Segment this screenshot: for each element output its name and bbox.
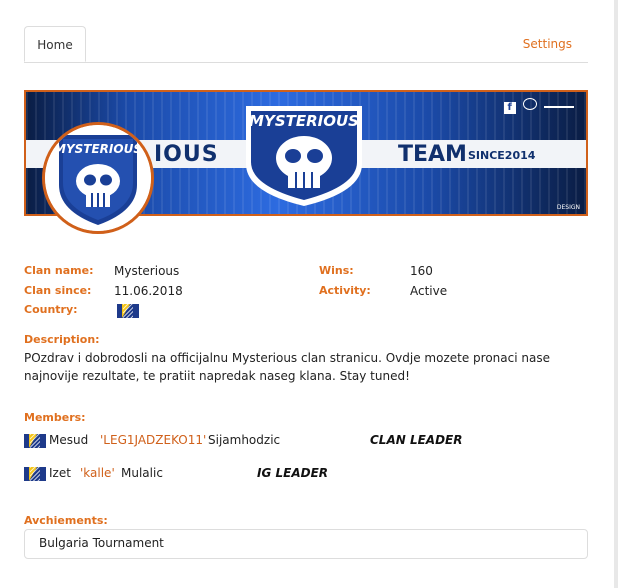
- description-text: POzdrav i dobrodosli na officijalnu Myst…: [24, 351, 550, 383]
- clan-since-value: 11.06.2018: [114, 284, 183, 298]
- member-last-name: Mulalic: [121, 466, 163, 480]
- activity-label: Activity:: [319, 284, 371, 297]
- wins-value: 160: [410, 264, 433, 278]
- tab-settings[interactable]: Settings: [523, 26, 572, 62]
- activity-value: Active: [410, 284, 448, 298]
- banner-skull-logo: MYSTERIOUS: [246, 106, 362, 206]
- description-label: Description:: [24, 333, 100, 346]
- clan-avatar: MYSTERIOUS: [42, 122, 154, 234]
- avatar-logo-text: MYSTERIOUS: [54, 142, 142, 156]
- achievement-item: Bulgaria Tournament: [39, 536, 164, 550]
- member-first-name: Izet: [49, 466, 71, 480]
- bosnia-flag-icon: [117, 304, 139, 318]
- scrollbar-track[interactable]: [614, 0, 618, 588]
- social-icons: f: [503, 98, 574, 114]
- achievements-label: Avchiements:: [24, 514, 108, 527]
- members-label: Members:: [24, 411, 86, 424]
- member-first-name: Mesud: [49, 433, 89, 447]
- design-credit: DESIGN: [556, 204, 580, 211]
- bosnia-flag-icon: [24, 467, 46, 481]
- bosnia-flag-icon: [24, 434, 46, 448]
- wins-label: Wins:: [319, 264, 354, 277]
- achievements-list: Bulgaria Tournament: [24, 529, 588, 559]
- banner-team-text: TEAM: [398, 142, 467, 167]
- banner-since-text: SINCE2014: [468, 149, 536, 162]
- country-label: Country:: [24, 303, 78, 316]
- facebook-icon: f: [503, 102, 516, 114]
- member-role: CLAN LEADER: [370, 433, 463, 447]
- member-nickname: 'kalle': [80, 466, 115, 480]
- tab-home[interactable]: Home: [24, 26, 86, 62]
- banner-logo-text: MYSTERIOUS: [249, 112, 359, 130]
- member-role: IG LEADER: [257, 466, 329, 480]
- link-icon: [544, 106, 574, 108]
- banner-left-text: IOUS: [154, 142, 219, 167]
- clan-since-label: Clan since:: [24, 284, 92, 297]
- steam-icon: [522, 98, 537, 110]
- tab-bar: Home Settings: [24, 26, 588, 63]
- clan-name-value: Mysterious: [114, 264, 180, 278]
- member-last-name: Sijamhodzic: [208, 433, 281, 447]
- avatar-skull-logo: MYSTERIOUS: [45, 125, 151, 231]
- member-nickname: 'LEG1JADZEKO11': [100, 433, 207, 447]
- clan-name-label: Clan name:: [24, 264, 94, 277]
